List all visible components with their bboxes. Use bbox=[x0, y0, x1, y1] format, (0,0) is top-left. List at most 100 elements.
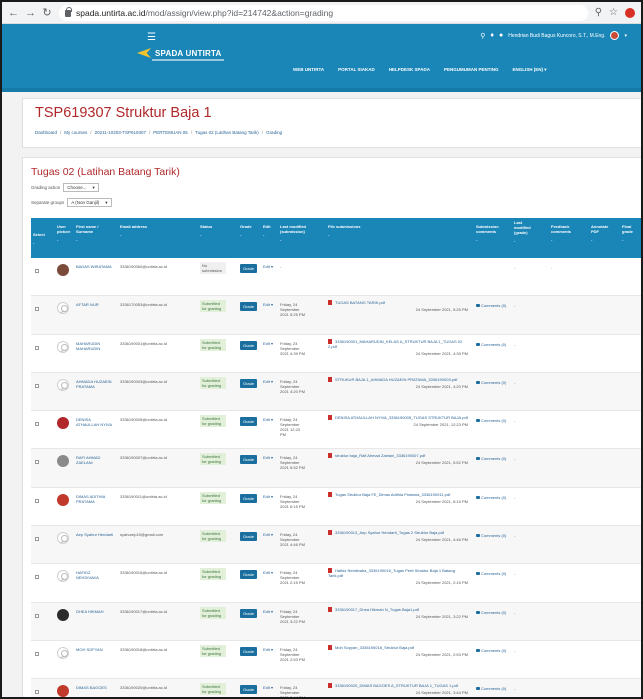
student-name[interactable]: HAFIDZ NEHDIVAKA bbox=[76, 570, 114, 580]
student-name[interactable]: DIMAS ADITHIA PRATAMA bbox=[76, 494, 114, 504]
select-checkbox[interactable] bbox=[35, 269, 39, 273]
edit-menu[interactable]: Edit ▾ bbox=[263, 532, 273, 537]
edit-menu[interactable]: Edit ▾ bbox=[263, 647, 273, 652]
header-final-grade[interactable]: Final grade - bbox=[622, 224, 640, 242]
comments-link[interactable]: Comments (0) bbox=[476, 495, 506, 500]
file-link[interactable]: Hafidz Nehdivaka_3336190016_Tugas Pertt … bbox=[328, 568, 455, 578]
edit-menu[interactable]: Edit ▾ bbox=[263, 341, 273, 346]
header-submission-comments[interactable]: Submission comments - bbox=[476, 224, 506, 242]
file-link[interactable]: STRUKUR BAJA 1_AHMADA HUZAEIN PRATAMA_33… bbox=[335, 377, 457, 382]
forward-icon[interactable]: → bbox=[25, 7, 36, 19]
student-name[interactable]: RAFI AHMAD ZAELANI bbox=[76, 455, 114, 465]
separate-groups-select[interactable]: A (Non Ganjil) ▾ bbox=[67, 198, 112, 207]
user-name[interactable]: Hendrian Budi Bagus Kuncoro, S.T., M.Eng… bbox=[508, 33, 605, 39]
user-picture[interactable] bbox=[57, 378, 69, 391]
header-feedback-comments[interactable]: Feedback comments - bbox=[551, 224, 579, 242]
edit-menu[interactable]: Edit ▾ bbox=[263, 494, 273, 499]
file-link[interactable]: Moh Sopyan_3336190018_Struktur Baja.pdf bbox=[335, 645, 414, 650]
back-icon[interactable]: ← bbox=[8, 7, 19, 19]
header-last-modified-grade[interactable]: Last modified (grade) - bbox=[514, 220, 536, 243]
comments-link[interactable]: Comments (0) bbox=[476, 456, 506, 461]
file-link[interactable]: 3336190020_DIMAS BAGOES A_STRUKTUR BAJA … bbox=[335, 683, 458, 688]
search-icon[interactable]: ⚲ bbox=[480, 32, 485, 40]
header-name[interactable]: First name / Surname - bbox=[76, 224, 102, 242]
student-name[interactable]: MAHARUDIN MAHARUDIN bbox=[76, 341, 114, 351]
user-picture[interactable] bbox=[57, 570, 69, 583]
edit-menu[interactable]: Edit ▾ bbox=[263, 302, 273, 307]
edit-menu[interactable]: Edit ▾ bbox=[263, 264, 273, 269]
select-checkbox[interactable] bbox=[35, 690, 39, 695]
address-bar[interactable]: spada.untirta.ac.id/mod/assign/view.php?… bbox=[59, 4, 588, 21]
comments-link[interactable]: Comments (0) bbox=[476, 648, 506, 653]
select-checkbox[interactable] bbox=[35, 575, 39, 580]
select-checkbox[interactable] bbox=[35, 651, 39, 656]
student-name[interactable]: MOH SOFYAN bbox=[76, 647, 114, 652]
comments-link[interactable]: Comments (0) bbox=[476, 610, 506, 615]
select-checkbox[interactable] bbox=[35, 537, 39, 542]
file-link[interactable]: 3336190017_Dhea Hikmah N_Tugas Baja1.pdf bbox=[335, 607, 419, 612]
comments-link[interactable]: Comments (0) bbox=[476, 380, 506, 385]
header-last-modified[interactable]: Last modified (submission) - bbox=[280, 224, 310, 242]
grade-button[interactable]: Grade bbox=[240, 493, 257, 503]
grade-button[interactable]: Grade bbox=[240, 570, 257, 580]
breadcrumb-grading[interactable]: Grading bbox=[266, 130, 282, 135]
nav-helpdesk-spada[interactable]: HELPDESK SPADA bbox=[389, 67, 430, 73]
grade-button[interactable]: Grade bbox=[240, 264, 257, 273]
nav-web-untirta[interactable]: WEB UNTIRTA bbox=[293, 67, 324, 73]
grade-button[interactable]: Grade bbox=[240, 455, 257, 465]
grading-action-select[interactable]: Choose... ▾ bbox=[63, 183, 99, 192]
edit-menu[interactable]: Edit ▾ bbox=[263, 609, 273, 614]
user-menu[interactable]: ⚲ ♦ ● Hendrian Budi Bagus Kuncoro, S.T.,… bbox=[480, 31, 627, 40]
user-picture[interactable] bbox=[57, 340, 69, 353]
student-name[interactable]: AHMADA HUZAEIN PRATAMA bbox=[76, 379, 114, 389]
nav-language[interactable]: ENGLISH (EN) ▾ bbox=[512, 67, 546, 73]
file-link[interactable]: Tugas Struktur Baja FE_Dimas Adithia Pra… bbox=[335, 492, 450, 497]
search-icon[interactable]: ⚲ bbox=[595, 7, 602, 18]
hamburger-icon[interactable]: ☰ bbox=[147, 32, 156, 43]
header-email[interactable]: Email address - bbox=[120, 224, 147, 237]
user-picture[interactable] bbox=[57, 417, 69, 430]
grade-button[interactable]: Grade bbox=[240, 532, 257, 542]
header-grade[interactable]: Grade - bbox=[240, 224, 252, 237]
chevron-down-icon[interactable]: ▾ bbox=[624, 33, 627, 39]
nav-portal-siakad[interactable]: PORTAL SIAKAD bbox=[338, 67, 375, 73]
breadcrumb-course[interactable]: 20211-10203-TSP619307 bbox=[95, 130, 146, 135]
edit-menu[interactable]: Edit ▾ bbox=[263, 455, 273, 460]
user-picture[interactable] bbox=[57, 646, 69, 659]
chat-icon[interactable]: ● bbox=[499, 32, 503, 39]
student-name[interactable]: Aep Syahur Hendarti bbox=[76, 532, 114, 537]
reload-icon[interactable]: ↻ bbox=[42, 6, 52, 19]
breadcrumb-section[interactable]: PERTEMUAN 05 bbox=[153, 130, 187, 135]
header-file-submissions[interactable]: File submissions - bbox=[328, 224, 360, 237]
edit-menu[interactable]: Edit ▾ bbox=[263, 685, 273, 690]
breadcrumb-my-courses[interactable]: My courses bbox=[64, 130, 87, 135]
select-checkbox[interactable] bbox=[35, 307, 39, 312]
comments-link[interactable]: Comments (0) bbox=[476, 418, 506, 423]
comments-link[interactable]: Comments (0) bbox=[476, 533, 506, 538]
user-picture[interactable] bbox=[57, 532, 69, 545]
nav-pengumuman-penting[interactable]: PENGUMUMAN PENTING bbox=[444, 67, 499, 73]
comments-link[interactable]: Comments (0) bbox=[476, 686, 506, 691]
student-name[interactable]: AFTAR NUR bbox=[76, 302, 114, 307]
site-logo[interactable]: SPADA UNTIRTA bbox=[137, 48, 221, 58]
student-name[interactable]: BADAS WIRATAMA bbox=[76, 264, 114, 269]
file-link[interactable]: 3336190013_Aep Syahur Hendarti_Tugas 2 S… bbox=[335, 530, 444, 535]
grade-button[interactable]: Grade bbox=[240, 302, 257, 312]
grade-button[interactable]: Grade bbox=[240, 608, 257, 618]
edit-menu[interactable]: Edit ▾ bbox=[263, 379, 273, 384]
user-picture[interactable] bbox=[57, 302, 69, 315]
user-picture[interactable] bbox=[57, 493, 69, 506]
comments-link[interactable]: Comments (0) bbox=[476, 342, 506, 347]
header-status[interactable]: Status - bbox=[200, 224, 212, 237]
select-checkbox[interactable] bbox=[35, 422, 39, 427]
grade-button[interactable]: Grade bbox=[240, 340, 257, 350]
file-link[interactable]: struktur baja_Rafi Ahmad Zaelani_3336190… bbox=[335, 453, 425, 458]
file-link[interactable]: 3336190001_MAHARUDIN_KELAS A_STRUKTUR BA… bbox=[328, 339, 462, 349]
select-checkbox[interactable] bbox=[35, 460, 39, 465]
user-picture[interactable] bbox=[57, 608, 69, 621]
star-icon[interactable]: ☆ bbox=[609, 7, 618, 18]
select-checkbox[interactable] bbox=[35, 613, 39, 618]
user-picture[interactable] bbox=[57, 264, 69, 276]
select-checkbox[interactable] bbox=[35, 498, 39, 503]
grade-button[interactable]: Grade bbox=[240, 417, 257, 427]
